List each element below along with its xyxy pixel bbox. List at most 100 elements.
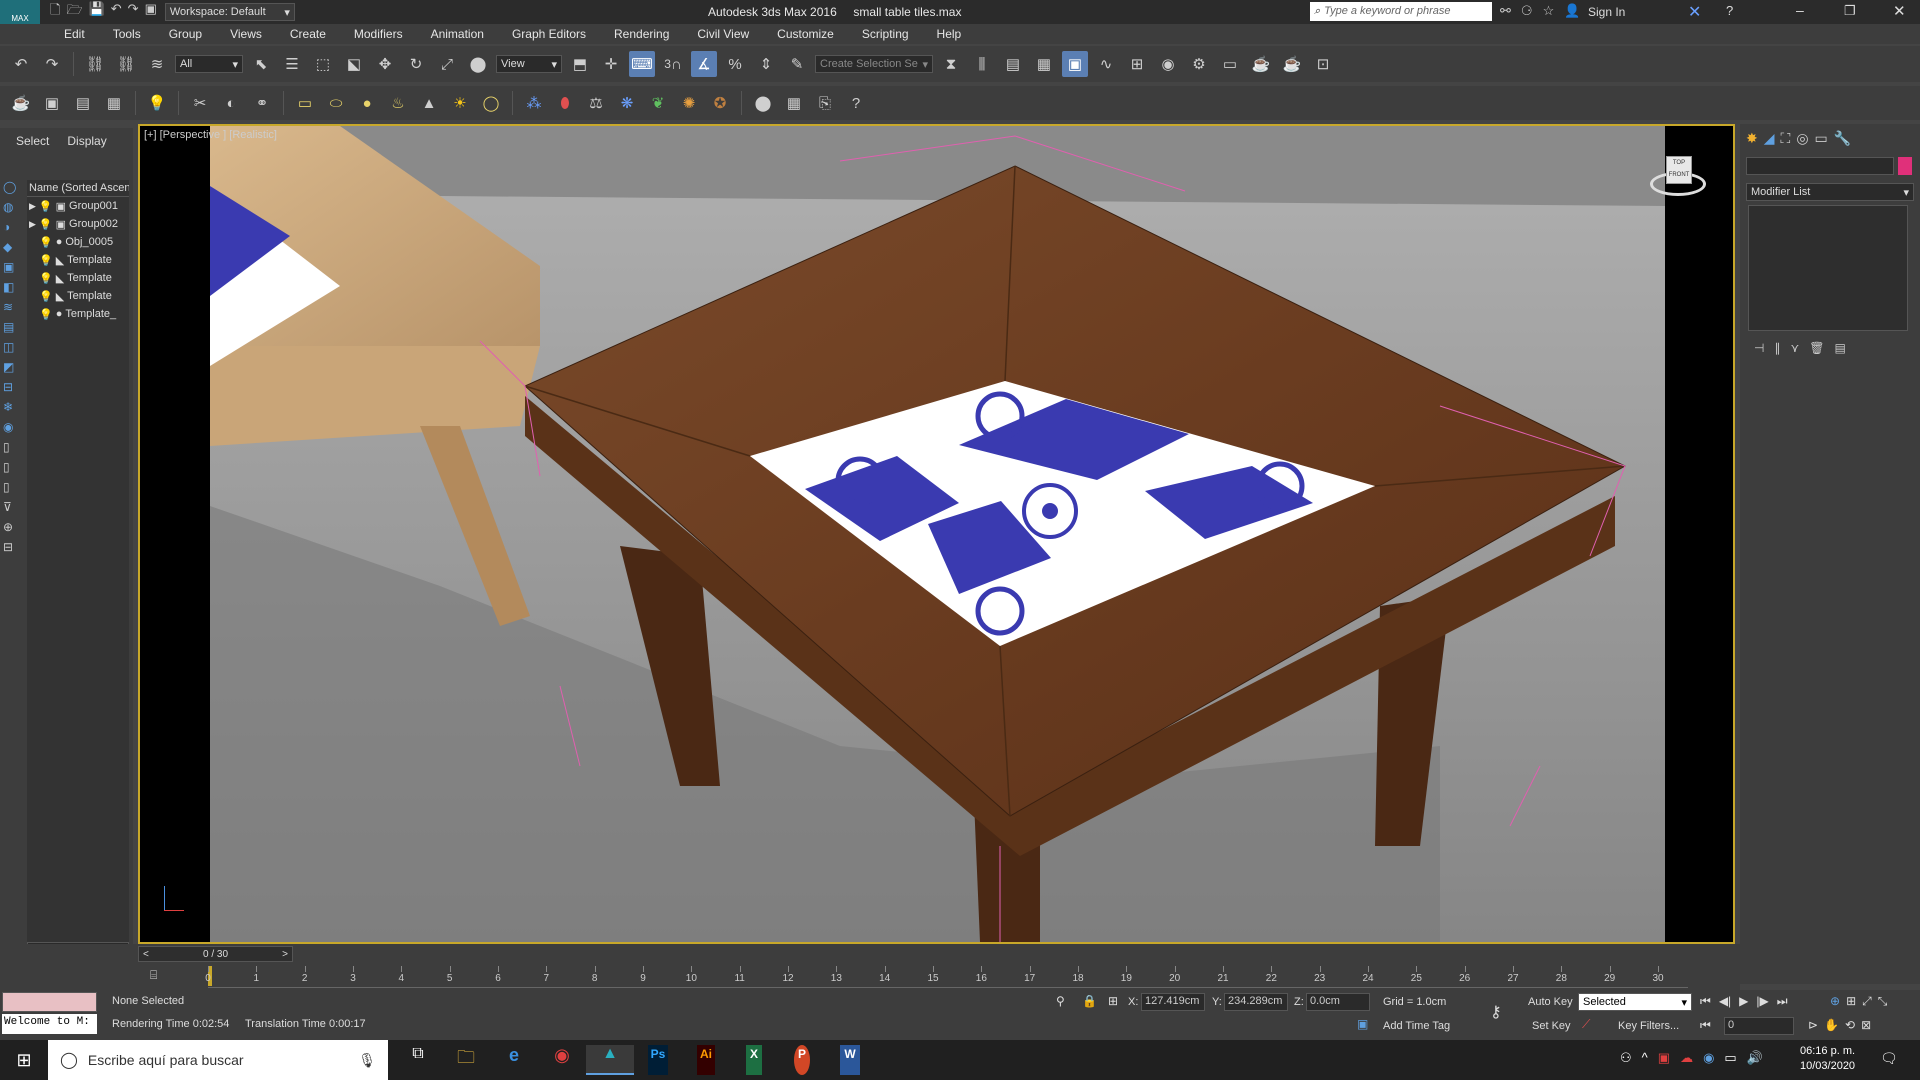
volume-icon[interactable]: 🔊 bbox=[1747, 1050, 1763, 1066]
tray-app2-icon[interactable]: ◉ bbox=[1703, 1050, 1714, 1066]
display-helpers-icon[interactable]: ◧ bbox=[3, 280, 23, 294]
render-cloud-icon[interactable]: ⊡ bbox=[1310, 51, 1336, 77]
remove-modifier-icon[interactable]: 🗑 bbox=[1809, 341, 1824, 355]
tab-select[interactable]: Select bbox=[16, 134, 49, 148]
pin-stack-icon[interactable]: ⊣ bbox=[1754, 341, 1764, 355]
key-mode-dropdown[interactable]: Selected ▾ bbox=[1578, 993, 1692, 1011]
tab-display[interactable]: Display bbox=[67, 134, 106, 148]
windows-start-icon[interactable]: ⊞ bbox=[0, 1050, 48, 1071]
cone-icon[interactable]: ▲ bbox=[416, 90, 442, 116]
sphere-icon[interactable]: ● bbox=[354, 90, 380, 116]
select-by-name-icon[interactable]: ☰ bbox=[279, 51, 305, 77]
make-unique-icon[interactable]: ⋎ bbox=[1790, 341, 1799, 355]
snaps-toggle-icon[interactable]: 3 ∩ bbox=[660, 51, 686, 77]
material-editor-icon[interactable]: ◉ bbox=[1155, 51, 1181, 77]
project-folder-icon[interactable]: ▣ bbox=[145, 1, 157, 23]
word-icon[interactable]: W bbox=[826, 1045, 874, 1075]
select-object-icon[interactable]: ⬉ bbox=[248, 51, 274, 77]
zoom-extents-icon[interactable]: ⤢ bbox=[1862, 994, 1872, 1009]
key-mode-toggle-icon[interactable]: ⏮ bbox=[1700, 1018, 1711, 1033]
lathe-icon[interactable]: ◐ bbox=[218, 90, 244, 116]
selection-lock-icon[interactable]: 🔒 bbox=[1082, 994, 1097, 1008]
ribbon-toggle-icon[interactable]: ▦ bbox=[1031, 51, 1057, 77]
menu-modifiers[interactable]: Modifiers bbox=[340, 24, 417, 44]
mini-curve-editor-icon[interactable]: ⌸ bbox=[150, 968, 157, 983]
powerpoint-icon[interactable]: P bbox=[778, 1045, 826, 1075]
file-explorer-icon[interactable]: 🗀 bbox=[442, 1045, 490, 1075]
viewcube[interactable]: TOP FRONT bbox=[1650, 156, 1706, 196]
set-key-icon[interactable]: ⟋ bbox=[1582, 1017, 1590, 1032]
render-iterative-icon[interactable]: ☕ bbox=[1279, 51, 1305, 77]
binoculars-icon[interactable]: ⚯ bbox=[1500, 3, 1511, 19]
redo-icon[interactable]: ↷ bbox=[39, 51, 65, 77]
open-file-icon[interactable]: 🗁 bbox=[66, 1, 82, 23]
tray-cloud-icon[interactable]: ☁ bbox=[1680, 1050, 1693, 1066]
light-bulb-icon[interactable]: 💡 bbox=[39, 218, 53, 231]
angle-snap-icon[interactable]: ∡ bbox=[691, 51, 717, 77]
material-sphere-icon[interactable]: ⬤ bbox=[750, 90, 776, 116]
orbit-icon[interactable]: ⟲ bbox=[1845, 1018, 1855, 1032]
selection-filter-dropdown[interactable]: All ▾ bbox=[175, 55, 243, 73]
percent-snap-icon[interactable]: % bbox=[722, 51, 748, 77]
light-bulb-icon[interactable]: 💡 bbox=[144, 90, 170, 116]
minimize-icon[interactable]: – bbox=[1796, 2, 1804, 18]
crowd-icon[interactable]: ✪ bbox=[707, 90, 733, 116]
menu-group[interactable]: Group bbox=[155, 24, 216, 44]
menu-graph-editors[interactable]: Graph Editors bbox=[498, 24, 600, 44]
plane-icon[interactable]: ▭ bbox=[292, 90, 318, 116]
display-spacewarps-icon[interactable]: ≋ bbox=[3, 300, 23, 314]
plane-object-icon[interactable]: ⬭ bbox=[323, 90, 349, 116]
absolute-mode-icon[interactable]: ⊞ bbox=[1108, 994, 1118, 1008]
object-name-input[interactable] bbox=[1746, 157, 1894, 175]
pivot-center-icon[interactable]: ⬒ bbox=[567, 51, 593, 77]
exchange-icon[interactable]: ✕ bbox=[1688, 2, 1701, 22]
sign-in-link[interactable]: Sign In bbox=[1588, 5, 1625, 19]
object-color-swatch[interactable] bbox=[1898, 157, 1912, 175]
display-cameras-icon[interactable]: ▣ bbox=[3, 260, 23, 274]
list-item[interactable]: ▶ 💡 ▣ Group001 bbox=[27, 197, 129, 215]
light-bulb-icon[interactable]: 💡 bbox=[39, 272, 53, 285]
display-hidden-icon[interactable]: ◉ bbox=[3, 420, 23, 434]
edit-named-selection-icon[interactable]: ✎ bbox=[784, 51, 810, 77]
microphone-icon[interactable]: 🎙 bbox=[358, 1052, 376, 1069]
tray-chevron-icon[interactable]: ^ bbox=[1642, 1050, 1648, 1066]
keyboard-shortcut-override-icon[interactable]: ⌨ bbox=[629, 51, 655, 77]
rect-selection-icon[interactable]: ⬚ bbox=[310, 51, 336, 77]
filter-icon[interactable]: ⊽ bbox=[3, 500, 23, 514]
display-none-icon[interactable]: ◯ bbox=[3, 180, 23, 194]
menu-views[interactable]: Views bbox=[216, 24, 276, 44]
tray-app-icon[interactable]: ▣ bbox=[1658, 1050, 1670, 1066]
curve-editor-icon[interactable]: ∿ bbox=[1093, 51, 1119, 77]
zoom-all-icon[interactable]: ⊞ bbox=[1846, 994, 1856, 1009]
modify-tab-icon[interactable]: ◢ bbox=[1764, 130, 1775, 147]
cloth-icon[interactable]: ❋ bbox=[614, 90, 640, 116]
help-search-input[interactable]: ⌕ Type a keyword or phrase bbox=[1310, 2, 1492, 21]
key-filters-button[interactable]: Key Filters... bbox=[1618, 1020, 1679, 1032]
display-containers-icon[interactable]: ⊟ bbox=[3, 380, 23, 394]
redo-quick-icon[interactable]: ↷ bbox=[128, 1, 139, 23]
bind-space-warp-icon[interactable]: ≋ bbox=[144, 51, 170, 77]
taskbar-search-input[interactable]: ◯ Escribe aquí para buscar 🎙 bbox=[48, 1040, 388, 1080]
previous-key-icon[interactable]: ◀| bbox=[1719, 994, 1731, 1009]
y-coordinate-field[interactable]: 234.289cm bbox=[1224, 993, 1288, 1011]
invert-icon[interactable]: ▯ bbox=[3, 480, 23, 494]
display-none-filter-icon[interactable]: ▯ bbox=[3, 460, 23, 474]
light-bulb-icon[interactable]: 💡 bbox=[39, 236, 53, 249]
help-icon[interactable]: ? bbox=[1726, 3, 1733, 18]
list-item[interactable]: 💡 ● Obj_0005 bbox=[27, 233, 129, 251]
edge-icon[interactable]: e bbox=[490, 1045, 538, 1075]
reference-coordinate-dropdown[interactable]: View ▾ bbox=[496, 55, 562, 73]
list-item[interactable]: ▶ 💡 ▣ Group002 bbox=[27, 215, 129, 233]
teapot-object-icon[interactable]: ♨ bbox=[385, 90, 411, 116]
light-bulb-icon[interactable]: 💡 bbox=[39, 254, 53, 267]
menu-civil-view[interactable]: Civil View bbox=[683, 24, 763, 44]
sky-dome-icon[interactable]: ◯ bbox=[478, 90, 504, 116]
go-to-end-icon[interactable]: ⏭ bbox=[1777, 994, 1788, 1009]
connect-icon[interactable]: ⚭ bbox=[249, 90, 275, 116]
schematic-view-icon[interactable]: ⊞ bbox=[1124, 51, 1150, 77]
utilities-tab-icon[interactable]: 🔧 bbox=[1834, 130, 1851, 147]
cut-tool-icon[interactable]: ✂ bbox=[187, 90, 213, 116]
menu-tools[interactable]: Tools bbox=[99, 24, 155, 44]
move-icon[interactable]: ✥ bbox=[372, 51, 398, 77]
rendered-frame-window-icon[interactable]: ▭ bbox=[1217, 51, 1243, 77]
